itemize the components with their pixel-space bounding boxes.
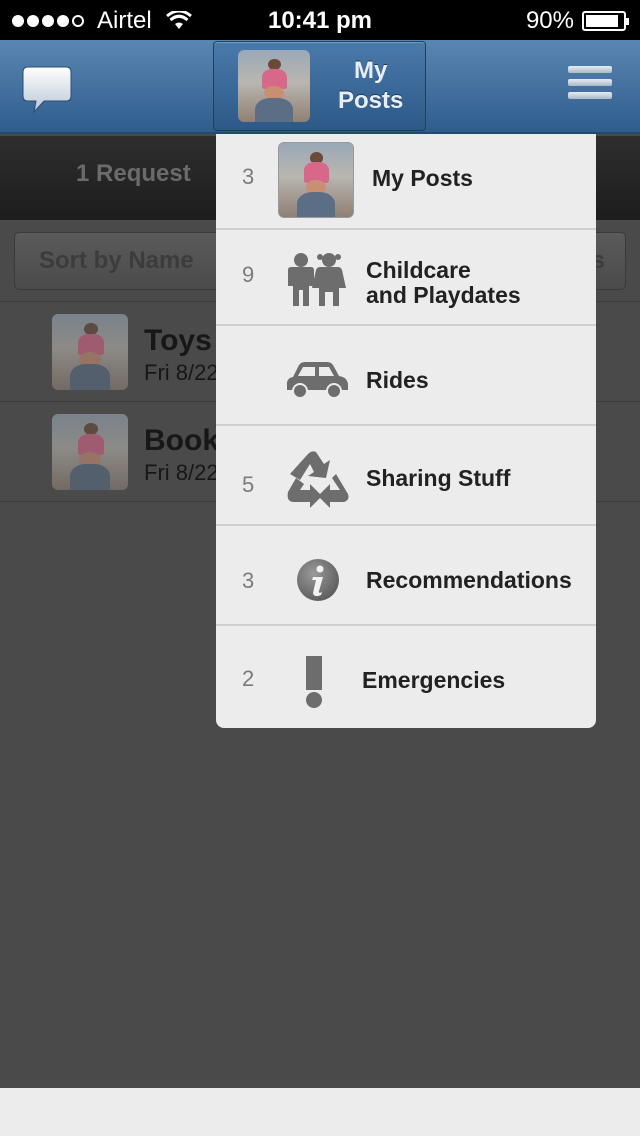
post-title: Book	[144, 424, 219, 457]
item-count: 3	[242, 568, 255, 593]
post-avatar	[52, 414, 128, 490]
item-count: 2	[242, 666, 255, 691]
menu-item-childcare[interactable]: 9 Childcare and Playdates	[216, 230, 596, 326]
children-icon	[288, 253, 346, 306]
item-count: 5	[242, 472, 255, 497]
avatar-photo-icon	[278, 142, 354, 218]
requests-label[interactable]: 1 Request	[76, 160, 191, 188]
chat-button[interactable]	[22, 66, 72, 114]
recycle-icon	[287, 451, 349, 508]
menu-item-label-text: Sharing Stuff	[366, 465, 511, 491]
car-icon	[286, 362, 348, 399]
menu-item-label: Rides	[366, 368, 429, 393]
category-selector-button[interactable]: My Posts	[213, 41, 426, 131]
user-avatar	[238, 50, 310, 122]
menu-item-label-text: Emergencies	[362, 667, 506, 693]
menu-item-label: Sharing Stuff	[366, 466, 510, 491]
post-title: Toys	[144, 324, 212, 357]
info-icon	[297, 559, 339, 601]
menu-item-label-line2: and Playdates	[366, 282, 521, 308]
menu-item-label: Recommendations	[366, 568, 572, 593]
item-count: 9	[242, 262, 255, 287]
hamburger-menu-icon[interactable]	[568, 66, 612, 104]
post-date: Fri 8/22	[144, 360, 219, 385]
page-title-line1: My	[354, 57, 388, 84]
post-avatar	[52, 314, 128, 390]
exclamation-icon	[306, 656, 322, 708]
menu-item-sharing-stuff[interactable]: 5 Sharing Stuff	[216, 430, 596, 526]
menu-item-my-posts[interactable]: 3 My Posts	[216, 134, 596, 230]
page-title: My Posts	[338, 56, 403, 116]
menu-item-label: My Posts	[372, 166, 473, 191]
status-bar: Airtel 10:41 pm 90%	[0, 0, 640, 40]
chat-bubble-icon	[22, 66, 72, 114]
sort-label: Sort by Name	[39, 247, 194, 274]
menu-item-label-line1: Childcare	[366, 257, 471, 283]
menu-item-recommendations[interactable]: 3 Recommendations	[216, 530, 596, 626]
category-dropdown-menu: 3 My Posts 9 Childcare and Playdates Rid…	[216, 134, 596, 728]
post-date: Fri 8/22	[144, 460, 219, 485]
menu-item-emergencies[interactable]: 2 Emergencies	[216, 630, 596, 726]
menu-item-label-text: My Posts	[372, 165, 473, 191]
navigation-bar: My Posts	[0, 40, 640, 134]
menu-item-label-text: Rides	[366, 367, 429, 393]
menu-item-label: Emergencies	[362, 668, 505, 693]
item-count: 3	[242, 164, 255, 189]
bottom-bar	[0, 1088, 640, 1136]
page-title-line2: Posts	[338, 87, 404, 114]
battery-icon	[582, 11, 629, 31]
menu-item-label: Childcare and Playdates	[366, 258, 521, 308]
menu-item-label-text: Recommendations	[366, 567, 572, 593]
battery-percent: 90%	[525, 7, 574, 34]
menu-item-rides[interactable]: Rides	[216, 330, 596, 426]
